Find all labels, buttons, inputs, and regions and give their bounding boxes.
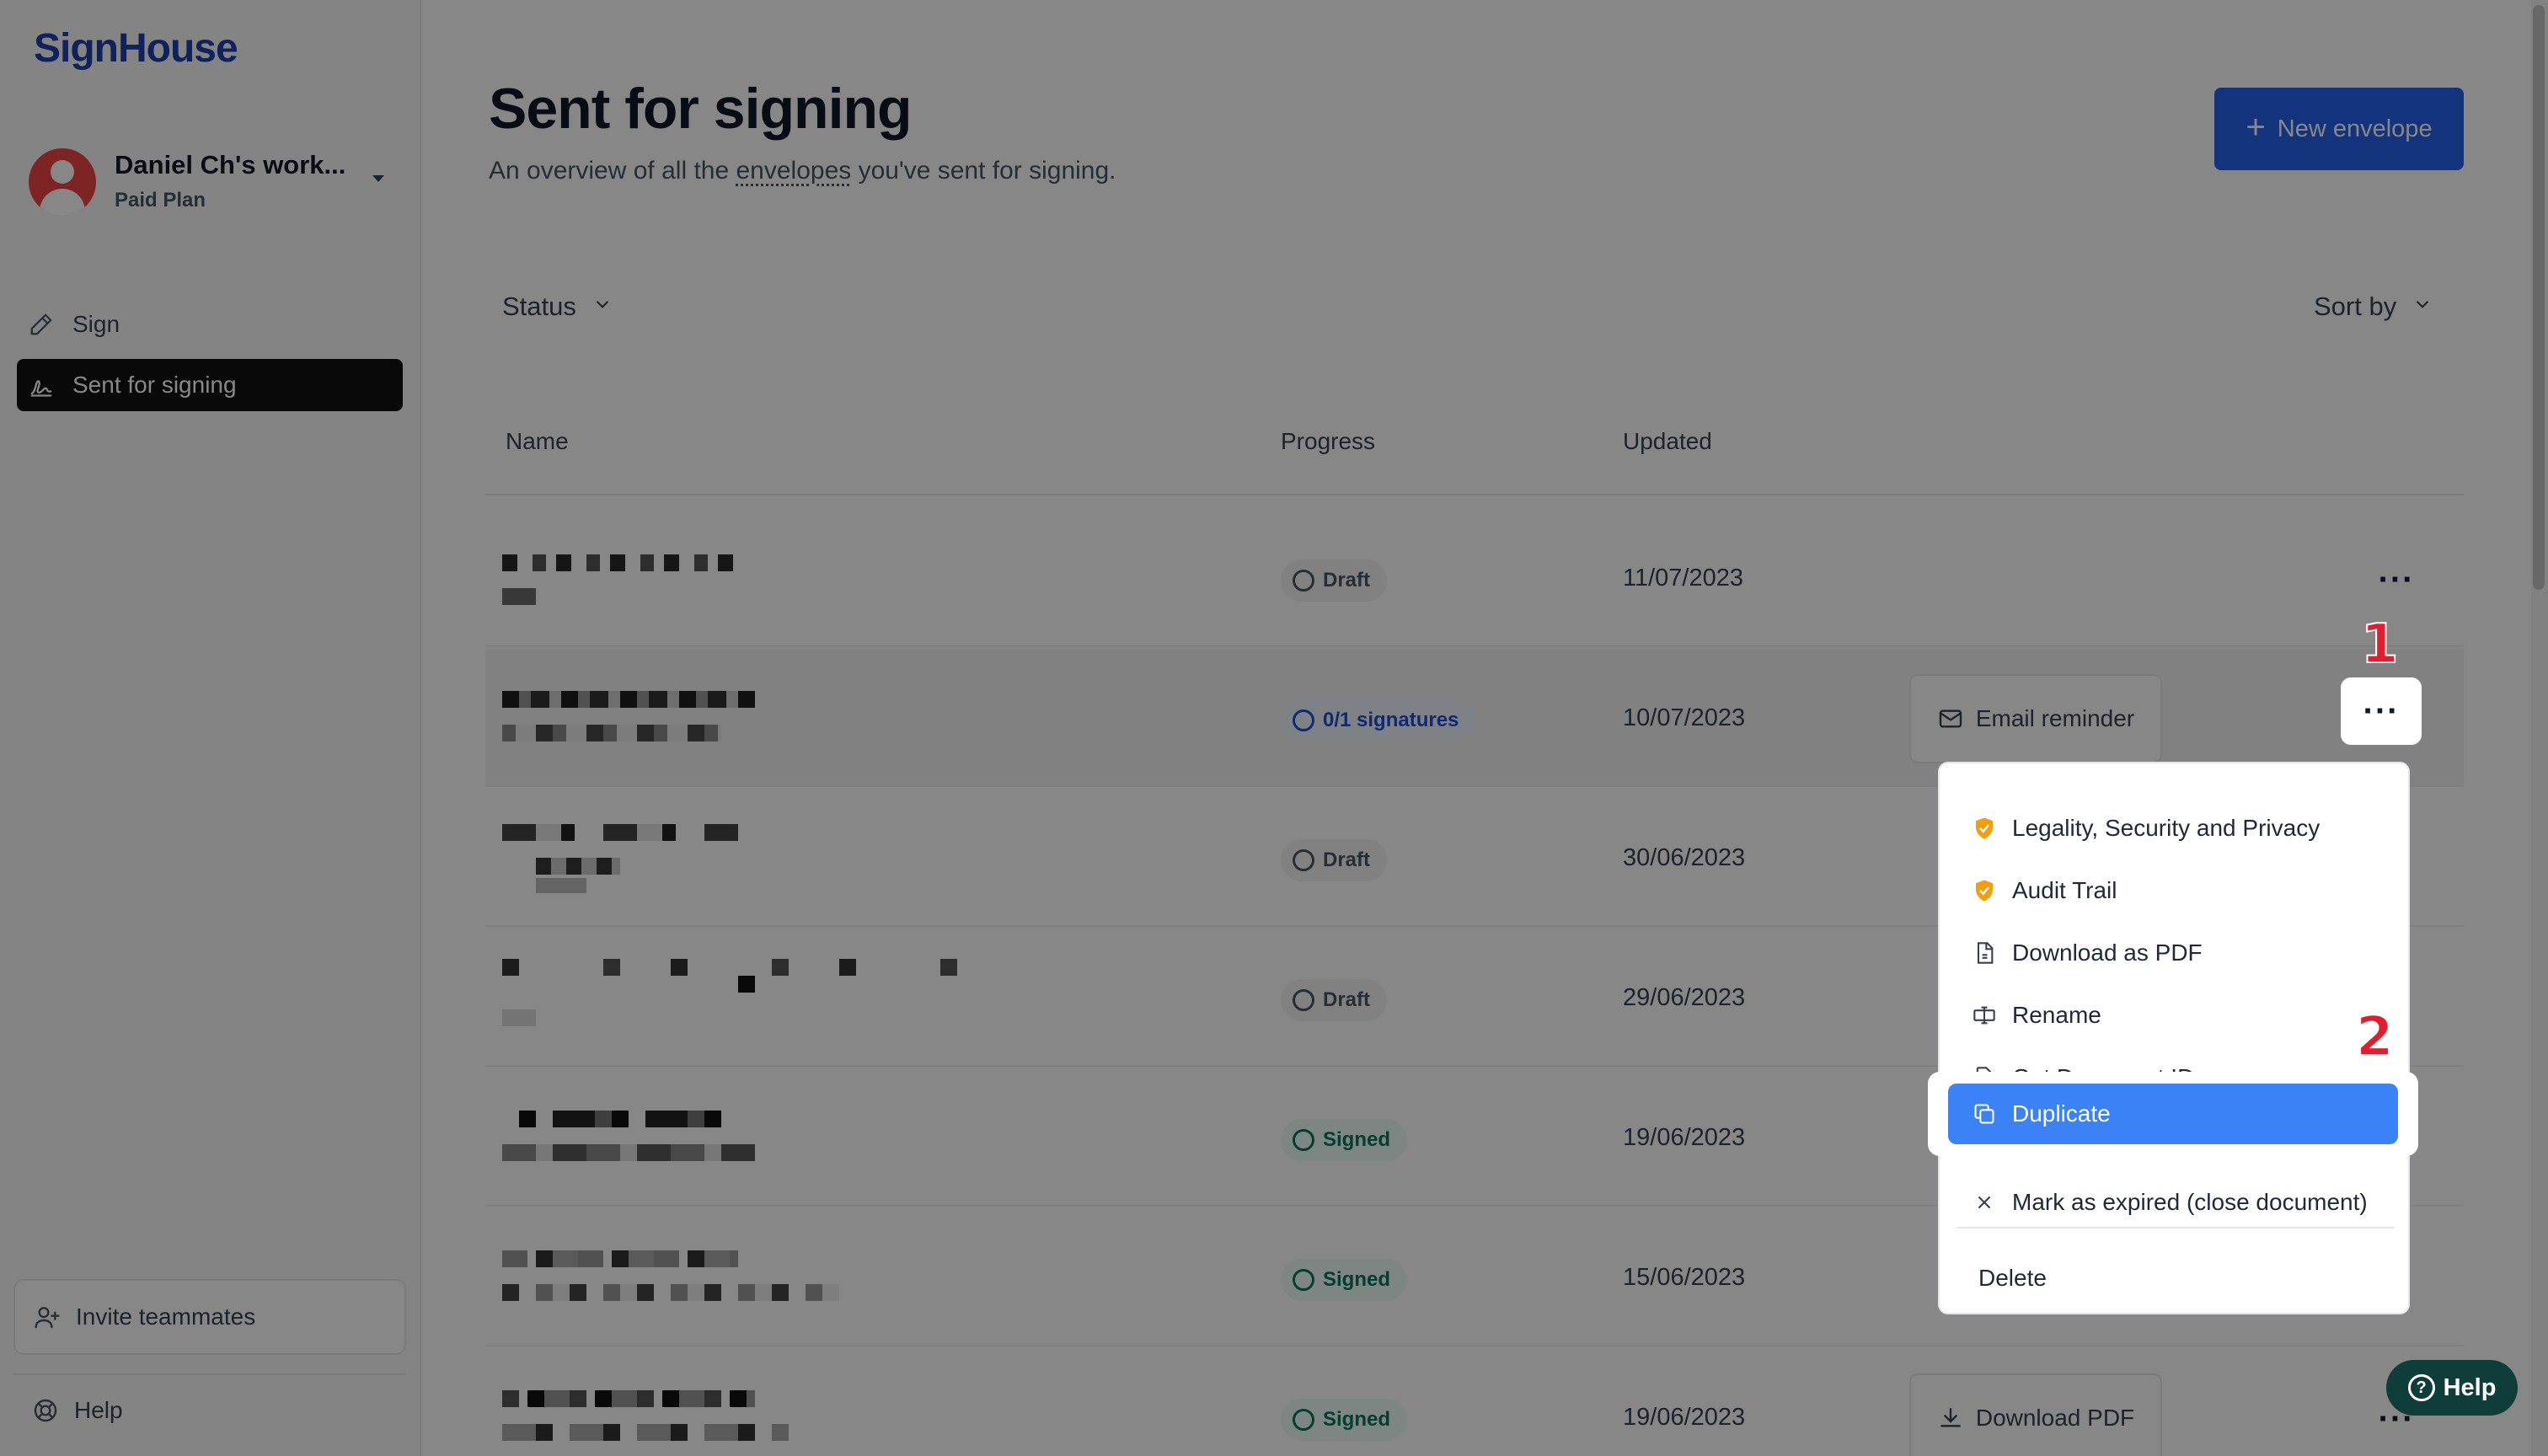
step-marker-1: 1 [2360,613,2400,677]
rename-icon [1972,1003,1997,1028]
menu-item-rename[interactable]: Rename [1972,993,2101,1038]
help-widget-label: Help [2443,1373,2497,1401]
menu-item-label: Legality, Security and Privacy [2012,815,2320,841]
menu-item-duplicate[interactable]: Duplicate [1948,1084,2398,1144]
menu-item-label: Audit Trail [2012,877,2117,903]
duplicate-icon [1972,1101,1997,1127]
menu-item-label: Delete [1978,1265,2047,1291]
menu-item-label: Mark as expired (close document) [2012,1189,2368,1215]
more-options-button[interactable]: ··· [2341,677,2422,745]
menu-item-label: Download as PDF [2012,939,2203,966]
question-icon: ? [2407,1374,2435,1401]
help-widget-button[interactable]: ? Help [2386,1360,2518,1416]
shield-icon [1972,816,1997,841]
menu-item-audit-trail[interactable]: Audit Trail [1972,868,2117,913]
menu-item-mark-expired[interactable]: Mark as expired (close document) [1972,1180,2368,1225]
step-marker-2: 2 [2355,1005,2395,1069]
menu-divider [1956,1227,2395,1228]
pdf-file-icon [1972,940,1997,966]
context-menu: Legality, Security and Privacy Audit Tra… [1938,762,2410,1314]
menu-item-legality[interactable]: Legality, Security and Privacy [1972,806,2320,851]
menu-item-delete[interactable]: Delete [1978,1255,2047,1301]
menu-item-label: Duplicate [2012,1100,2111,1127]
shield-icon [1972,878,1997,903]
close-icon [1972,1190,1997,1215]
menu-item-label: Rename [2012,1002,2101,1028]
menu-item-download-pdf[interactable]: Download as PDF [1972,930,2203,976]
